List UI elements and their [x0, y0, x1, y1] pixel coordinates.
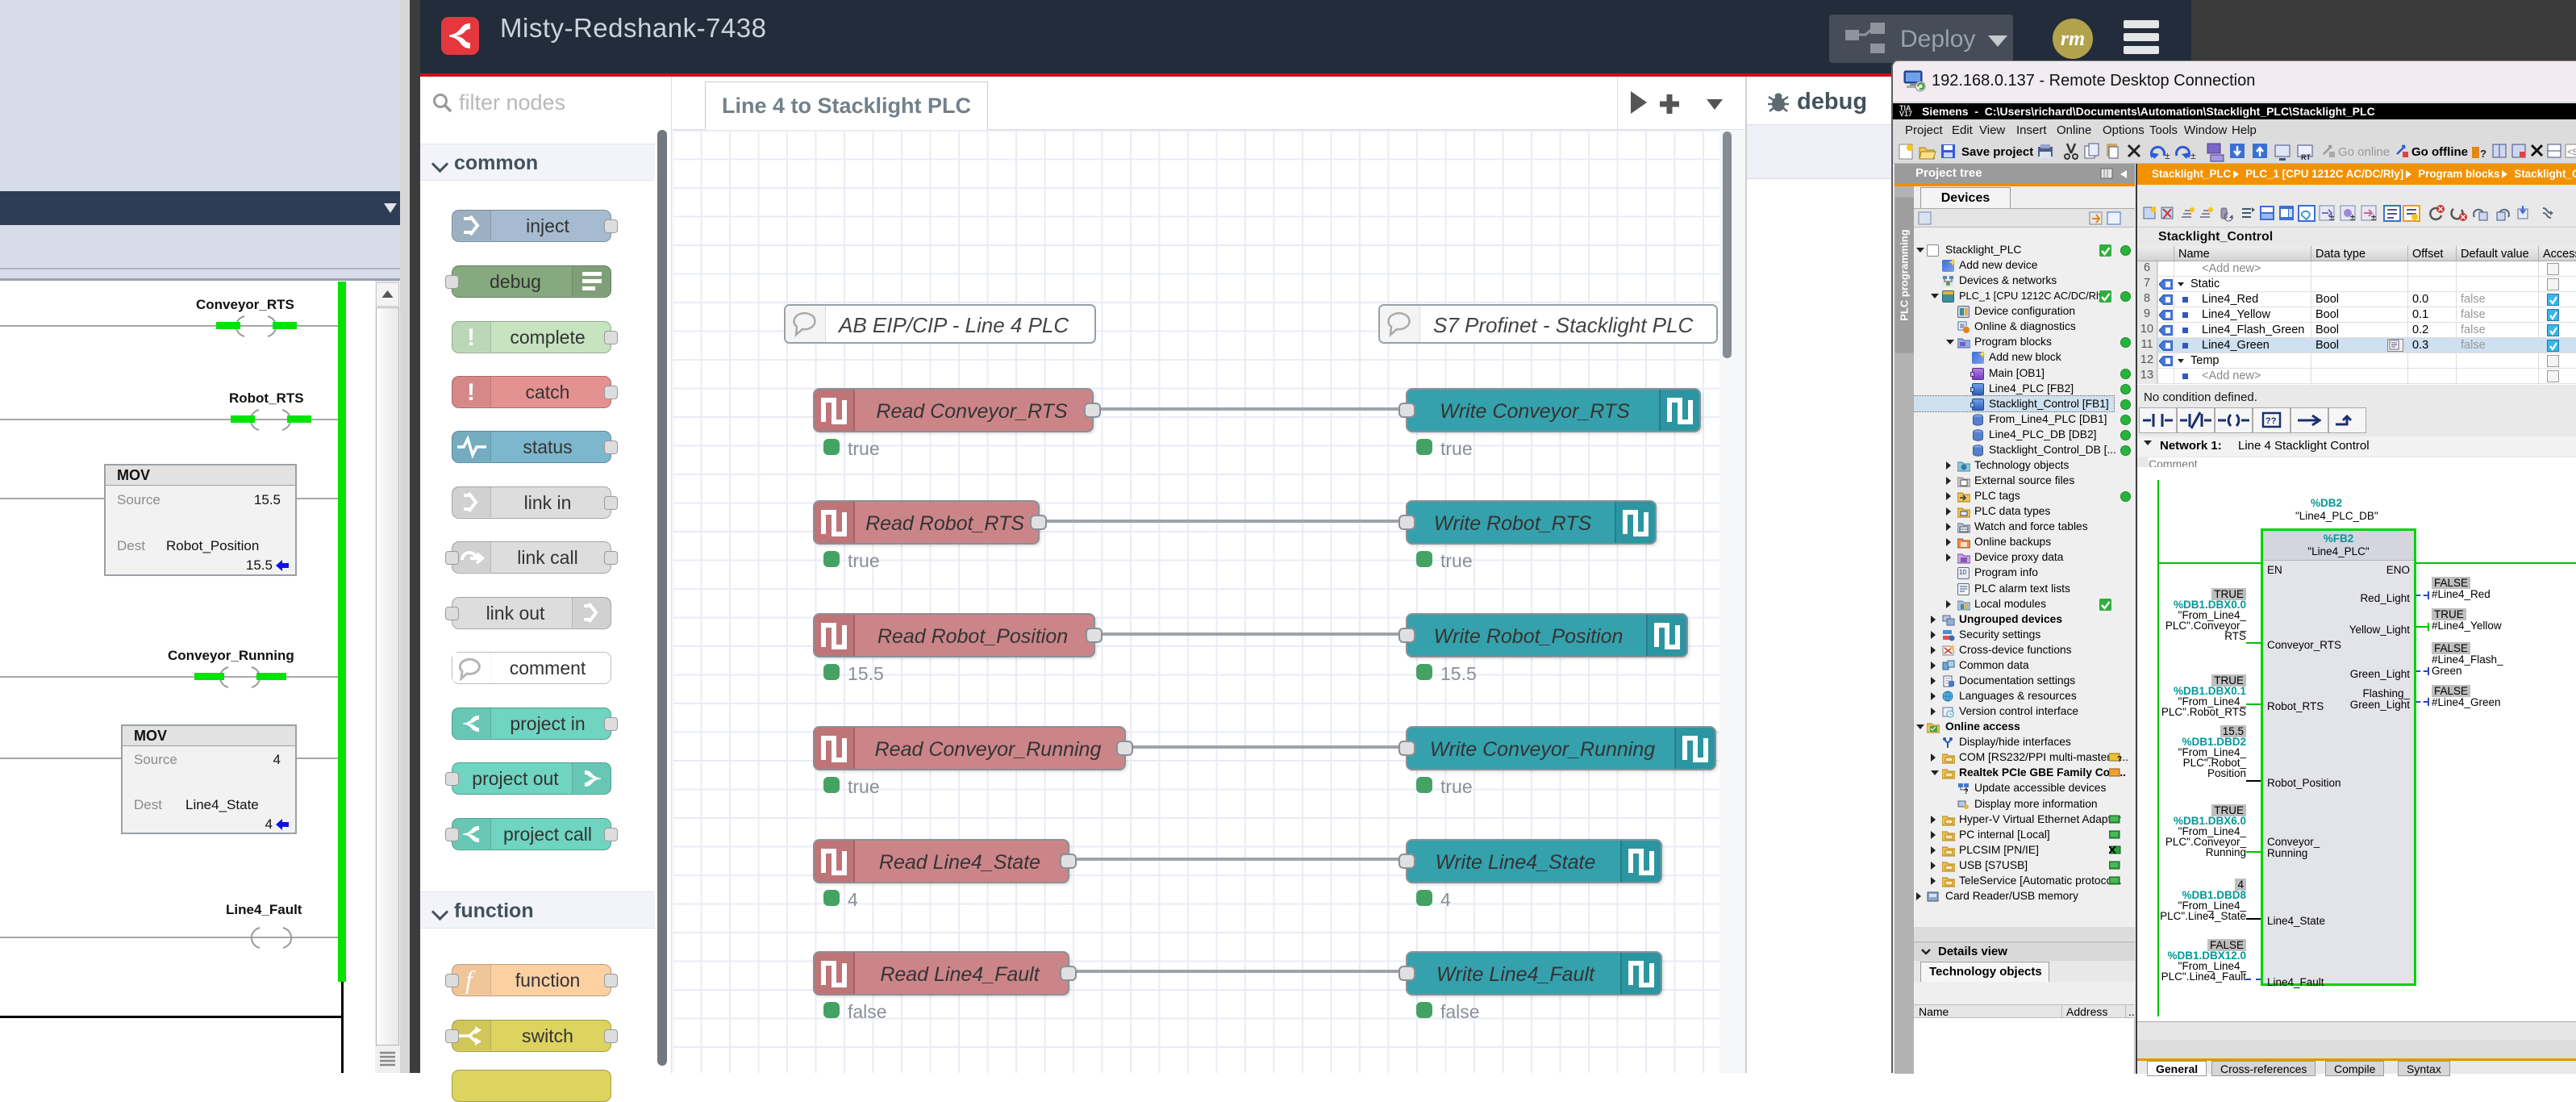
svg-text:±: ± [2190, 150, 2196, 161]
svg-text:?: ? [2117, 755, 2122, 762]
svg-text:±: ± [2371, 213, 2376, 223]
svg-text:Save project: Save project [1961, 145, 2033, 159]
svg-text:Go offline: Go offline [2411, 145, 2468, 159]
svg-text:?: ? [2480, 148, 2486, 160]
svg-text:±: ± [2350, 213, 2355, 223]
svg-text:RT: RT [2301, 153, 2311, 161]
svg-text:Go online: Go online [2338, 145, 2390, 159]
svg-text:?: ? [1964, 787, 1969, 795]
svg-text:<S: <S [2567, 148, 2576, 157]
svg-text:±: ± [2165, 150, 2170, 161]
svg-text:±: ± [2329, 213, 2334, 223]
svg-text:??: ?? [2265, 416, 2277, 426]
